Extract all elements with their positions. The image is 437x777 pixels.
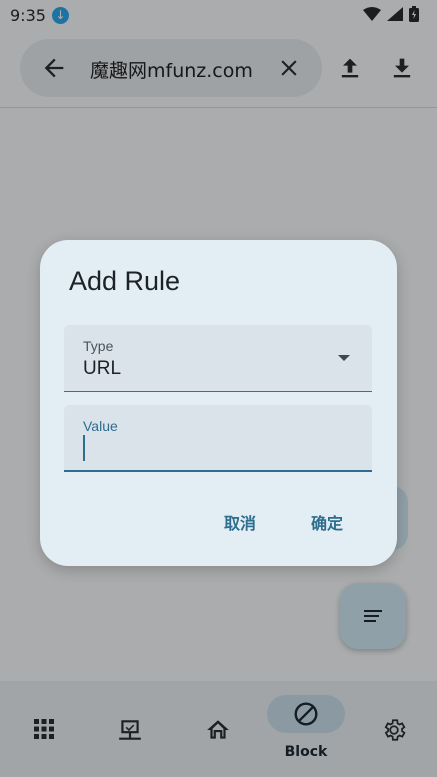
- dialog-title: Add Rule: [69, 266, 181, 296]
- value-field-label: Value: [83, 418, 118, 434]
- text-cursor: [83, 435, 85, 461]
- dropdown-arrow-icon[interactable]: [338, 355, 350, 361]
- add-rule-dialog: Add Rule Type URL Value 取消 确定: [40, 240, 397, 566]
- type-field-value: URL: [83, 358, 122, 379]
- type-field-label: Type: [83, 338, 114, 354]
- type-dropdown[interactable]: Type URL: [64, 325, 372, 392]
- confirm-button[interactable]: 确定: [311, 510, 343, 534]
- cancel-button[interactable]: 取消: [224, 510, 256, 534]
- value-input[interactable]: Value: [64, 405, 372, 472]
